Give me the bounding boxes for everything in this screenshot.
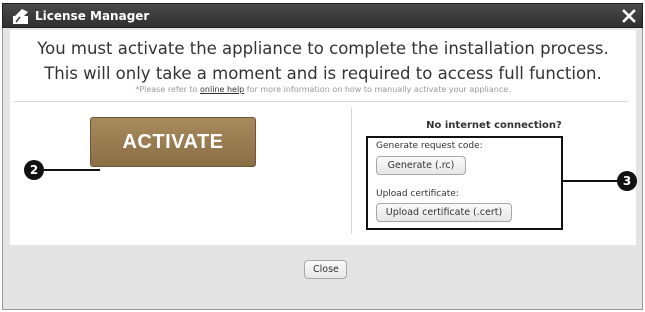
- help-note-suffix: for more information on how to manually …: [244, 85, 511, 94]
- window-title: License Manager: [35, 9, 150, 23]
- title-bar: License Manager: [2, 3, 643, 28]
- generate-rc-button[interactable]: Generate (.rc): [376, 156, 466, 175]
- close-icon[interactable]: [621, 8, 637, 24]
- help-note: *Please refer to online help for more in…: [10, 85, 636, 94]
- callout-2-badge: 2: [24, 160, 44, 180]
- callout-3-line: [563, 180, 618, 182]
- offline-heading: No internet connection?: [426, 120, 562, 131]
- callout-2-line: [44, 169, 100, 171]
- help-note-prefix: *Please refer to: [135, 85, 200, 94]
- online-help-link[interactable]: online help: [200, 85, 244, 94]
- close-button[interactable]: Close: [304, 260, 347, 279]
- headline-line-1: You must activate the appliance to compl…: [37, 39, 609, 58]
- upload-certificate-label: Upload certificate:: [376, 189, 459, 199]
- license-manager-logo-icon: [13, 9, 28, 24]
- divider-horizontal: [14, 101, 628, 102]
- generate-request-label: Generate request code:: [376, 141, 483, 151]
- activate-button[interactable]: ACTIVATE: [90, 117, 256, 167]
- upload-certificate-button[interactable]: Upload certificate (.cert): [376, 203, 512, 222]
- callout-3-badge: 3: [617, 171, 637, 191]
- headline-line-2: This will only take a moment and is requ…: [44, 64, 602, 83]
